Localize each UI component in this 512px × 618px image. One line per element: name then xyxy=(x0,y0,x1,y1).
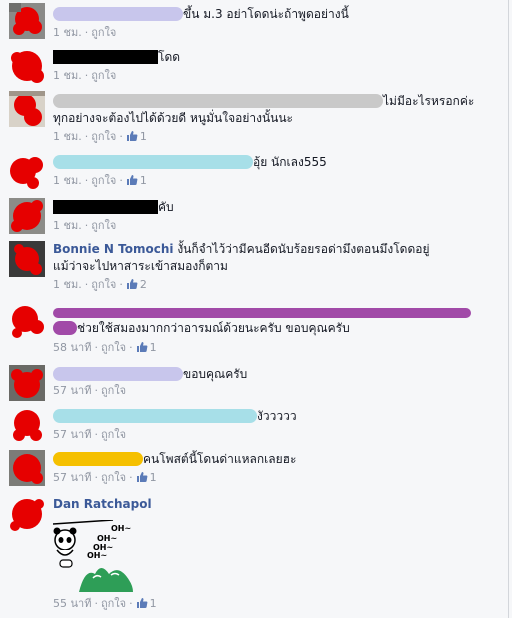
like-count-value: 1 xyxy=(149,597,157,610)
comment-author[interactable]: Bonnie N Tomochi xyxy=(53,242,173,256)
redacted-name[interactable] xyxy=(53,94,383,108)
comment-time[interactable]: 1 ชม. xyxy=(53,174,82,187)
panda-sticker[interactable]: OH~ OH~ OH~ OH~ xyxy=(53,520,135,592)
comment-text: งั้นก็จำไว้ว่ามีคนอีดนับร้อยรอด่ามึงตอนม… xyxy=(177,242,430,256)
right-border xyxy=(508,0,509,618)
like-link[interactable]: ถูกใจ xyxy=(101,597,126,610)
redacted-name[interactable] xyxy=(53,155,253,169)
like-link[interactable]: ถูกใจ xyxy=(91,174,116,187)
like-link[interactable]: ถูกใจ xyxy=(91,219,116,232)
comment-text: ขึ้น ม.3 อย่าโดดน่ะถ้าพูดอย่างนี้ xyxy=(183,7,349,21)
sticker-text: OH~ xyxy=(97,534,117,543)
avatar[interactable] xyxy=(9,48,45,84)
like-link[interactable]: ถูกใจ xyxy=(101,471,126,484)
avatar[interactable] xyxy=(9,91,45,127)
avatar[interactable] xyxy=(9,241,45,277)
avatar[interactable] xyxy=(9,303,45,339)
comment-text-line2: ช่วยใช้สมองมากกว่าอารมณ์ด้วยนะครับ ขอบคุ… xyxy=(77,321,350,335)
like-link[interactable]: ถูกใจ xyxy=(91,69,116,82)
comment-text-line2: ทุกอย่างจะต้องไปได้ด้วยดี หนูมั่นใจอย่าง… xyxy=(53,111,294,125)
like-count[interactable]: 1 xyxy=(136,597,157,610)
comment-text-line2: แม้ว่าจะไปหาสาระเข้าสมองก็ตาม xyxy=(53,259,228,273)
thumbs-up-icon xyxy=(126,175,138,185)
comment-time[interactable]: 1 ชม. xyxy=(53,130,82,143)
comment-time[interactable]: 57 นาที xyxy=(53,428,91,441)
comment-text: ขอบคุณครับ xyxy=(183,367,248,381)
comment-text: คนโพสต์นี้โดนด่าแหลกเลยฮะ xyxy=(143,452,297,466)
like-link[interactable]: ถูกใจ xyxy=(91,26,116,39)
comment-time[interactable]: 1 ชม. xyxy=(53,26,82,39)
like-count-value: 1 xyxy=(149,471,157,484)
thumbs-up-icon xyxy=(136,598,148,608)
comment-text: คับ xyxy=(158,200,174,214)
comment-text: โดด xyxy=(158,50,181,64)
comment-meta: 55 นาที · ถูกใจ · 1 xyxy=(53,597,157,610)
redacted-name[interactable] xyxy=(53,409,257,423)
comment-time[interactable]: 1 ชม. xyxy=(53,278,82,291)
thumbs-up-icon xyxy=(126,131,138,141)
avatar[interactable] xyxy=(9,407,45,443)
comment-time[interactable]: 58 นาที xyxy=(53,341,91,354)
thumbs-up-icon xyxy=(136,342,148,352)
comment-text: ไม่มีอะไรหรอกค่ะ xyxy=(383,94,475,108)
avatar[interactable] xyxy=(9,496,45,532)
redacted-name[interactable] xyxy=(53,200,158,214)
like-count-value: 1 xyxy=(139,174,147,187)
comment-text: งัววววว xyxy=(257,409,297,423)
like-count[interactable]: 1 xyxy=(126,130,147,143)
comment-author[interactable]: Dan Ratchapol xyxy=(53,497,152,511)
avatar[interactable] xyxy=(9,198,45,234)
redacted-name[interactable] xyxy=(53,7,183,21)
like-link[interactable]: ถูกใจ xyxy=(91,278,116,291)
comment-time[interactable]: 1 ชม. xyxy=(53,69,82,82)
like-count-value: 1 xyxy=(149,341,157,354)
thumbs-up-icon xyxy=(136,472,148,482)
comment-time[interactable]: 57 นาที xyxy=(53,471,91,484)
avatar[interactable] xyxy=(9,450,45,486)
comment-text: อุ้ย นักเลง555 xyxy=(253,155,327,169)
like-link[interactable]: ถูกใจ xyxy=(101,384,126,397)
comment-time[interactable]: 55 นาที xyxy=(53,597,91,610)
like-link[interactable]: ถูกใจ xyxy=(101,428,126,441)
sticker-text: OH~ xyxy=(111,524,131,533)
redacted-name[interactable] xyxy=(53,452,143,466)
like-count-value: 2 xyxy=(139,278,147,291)
comment-time[interactable]: 1 ชม. xyxy=(53,219,82,232)
redacted-name[interactable] xyxy=(53,50,158,64)
like-count[interactable]: 1 xyxy=(136,341,157,354)
avatar[interactable] xyxy=(9,3,45,39)
redacted-text xyxy=(53,321,77,335)
like-link[interactable]: ถูกใจ xyxy=(91,130,116,143)
like-count-value: 1 xyxy=(139,130,147,143)
redacted-name[interactable] xyxy=(53,308,471,318)
like-count[interactable]: 2 xyxy=(126,278,147,291)
comment-time[interactable]: 57 นาที xyxy=(53,384,91,397)
redacted-name[interactable] xyxy=(53,367,183,381)
like-count[interactable]: 1 xyxy=(136,471,157,484)
avatar[interactable] xyxy=(9,153,45,189)
avatar[interactable] xyxy=(9,365,45,401)
thumbs-up-icon xyxy=(126,279,138,289)
sticker-text: OH~ xyxy=(87,551,107,560)
like-count[interactable]: 1 xyxy=(126,174,147,187)
like-link[interactable]: ถูกใจ xyxy=(101,341,126,354)
